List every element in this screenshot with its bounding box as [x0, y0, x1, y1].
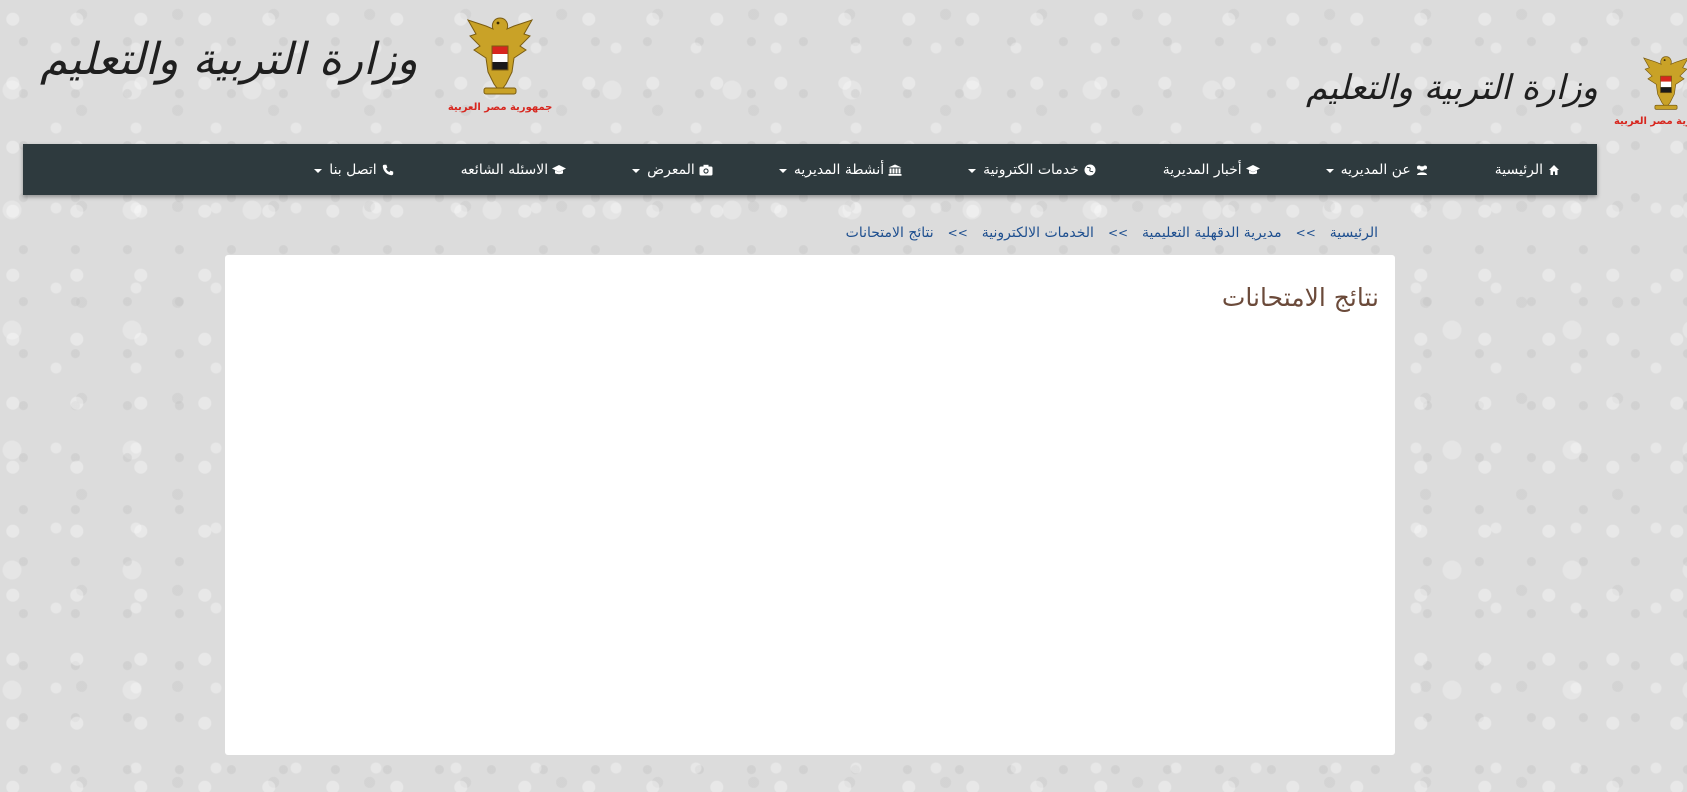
- nav-item-label: اتصل بنا: [329, 161, 377, 178]
- globe-icon: [1083, 163, 1097, 177]
- nav-item-label: خدمات الكترونية: [983, 161, 1079, 178]
- nav-item-label: الاسئله الشائعه: [460, 161, 549, 178]
- nav-item-label: المعرض: [647, 161, 695, 178]
- breadcrumb: الرئيسية >> مديرية الدقهلية التعليمية >>…: [846, 225, 1378, 241]
- chevron-down-icon: [314, 168, 323, 173]
- ministry-logo-right[interactable]: وزارة التربية والتعليم جمهورية مصر العرب…: [1306, 52, 1687, 127]
- breadcrumb-separator: >>: [1295, 226, 1316, 240]
- eagle-emblem-icon: [466, 17, 534, 95]
- graduation-cap-icon: [1245, 163, 1260, 177]
- nav-item-about[interactable]: عن المديريه: [1312, 144, 1443, 195]
- emblem-block: جمهورية مصر العربية: [1614, 52, 1687, 127]
- breadcrumb-eservices[interactable]: الخدمات الالكترونية: [982, 225, 1094, 241]
- site-header: وزارة التربية والتعليم جمهورية مصر العرب…: [0, 0, 1687, 144]
- nav-item-news[interactable]: أخبار المديرية: [1149, 144, 1274, 195]
- breadcrumb-exam-results[interactable]: نتائج الامتحانات: [846, 225, 934, 241]
- nav-item-label: أخبار المديرية: [1162, 161, 1242, 178]
- ministry-calligraphy: وزارة التربية والتعليم: [1306, 68, 1599, 108]
- breadcrumb-directorate[interactable]: مديرية الدقهلية التعليمية: [1142, 225, 1282, 241]
- emblem-caption: جمهورية مصر العربية: [447, 102, 553, 113]
- chevron-down-icon: [1325, 168, 1334, 173]
- users-icon: [1415, 163, 1429, 177]
- nav-item-home[interactable]: الرئيسية: [1481, 144, 1575, 195]
- graduation-cap-icon: [552, 163, 567, 177]
- eagle-emblem-icon: [1643, 56, 1687, 110]
- ministry-calligraphy: وزارة التربية والتعليم: [40, 34, 419, 85]
- nav-item-activities[interactable]: أنشطة المديريه: [765, 144, 916, 195]
- breadcrumb-separator: >>: [947, 226, 968, 240]
- home-icon: [1547, 163, 1561, 177]
- nav-item-label: أنشطة المديريه: [793, 161, 885, 178]
- chevron-down-icon: [968, 168, 977, 173]
- chevron-down-icon: [778, 168, 787, 173]
- ministry-logo-left[interactable]: وزارة التربية والتعليم جمهورية مصر العرب…: [40, 12, 552, 113]
- emblem-block: جمهورية مصر العربية: [447, 12, 553, 113]
- nav-item-gallery[interactable]: المعرض: [618, 144, 727, 195]
- institution-icon: [888, 163, 902, 177]
- camera-icon: [699, 163, 713, 177]
- nav-item-label: عن المديريه: [1340, 161, 1411, 178]
- breadcrumb-home[interactable]: الرئيسية: [1330, 225, 1378, 241]
- main-navbar: الرئيسية عن المديريه أخبار المديرية خدما…: [23, 144, 1597, 195]
- breadcrumb-separator: >>: [1107, 226, 1129, 240]
- nav-item-faq[interactable]: الاسئله الشائعه: [447, 144, 581, 195]
- nav-item-eservices[interactable]: خدمات الكترونية: [954, 144, 1111, 195]
- chevron-down-icon: [632, 168, 641, 173]
- page-title: نتائج الامتحانات: [1221, 283, 1379, 312]
- nav-item-contact[interactable]: اتصل بنا: [300, 144, 408, 195]
- nav-item-label: الرئيسية: [1494, 161, 1543, 178]
- content-panel: نتائج الامتحانات: [225, 255, 1395, 755]
- emblem-caption: جمهورية مصر العربية: [1613, 116, 1687, 127]
- phone-icon: [381, 163, 395, 177]
